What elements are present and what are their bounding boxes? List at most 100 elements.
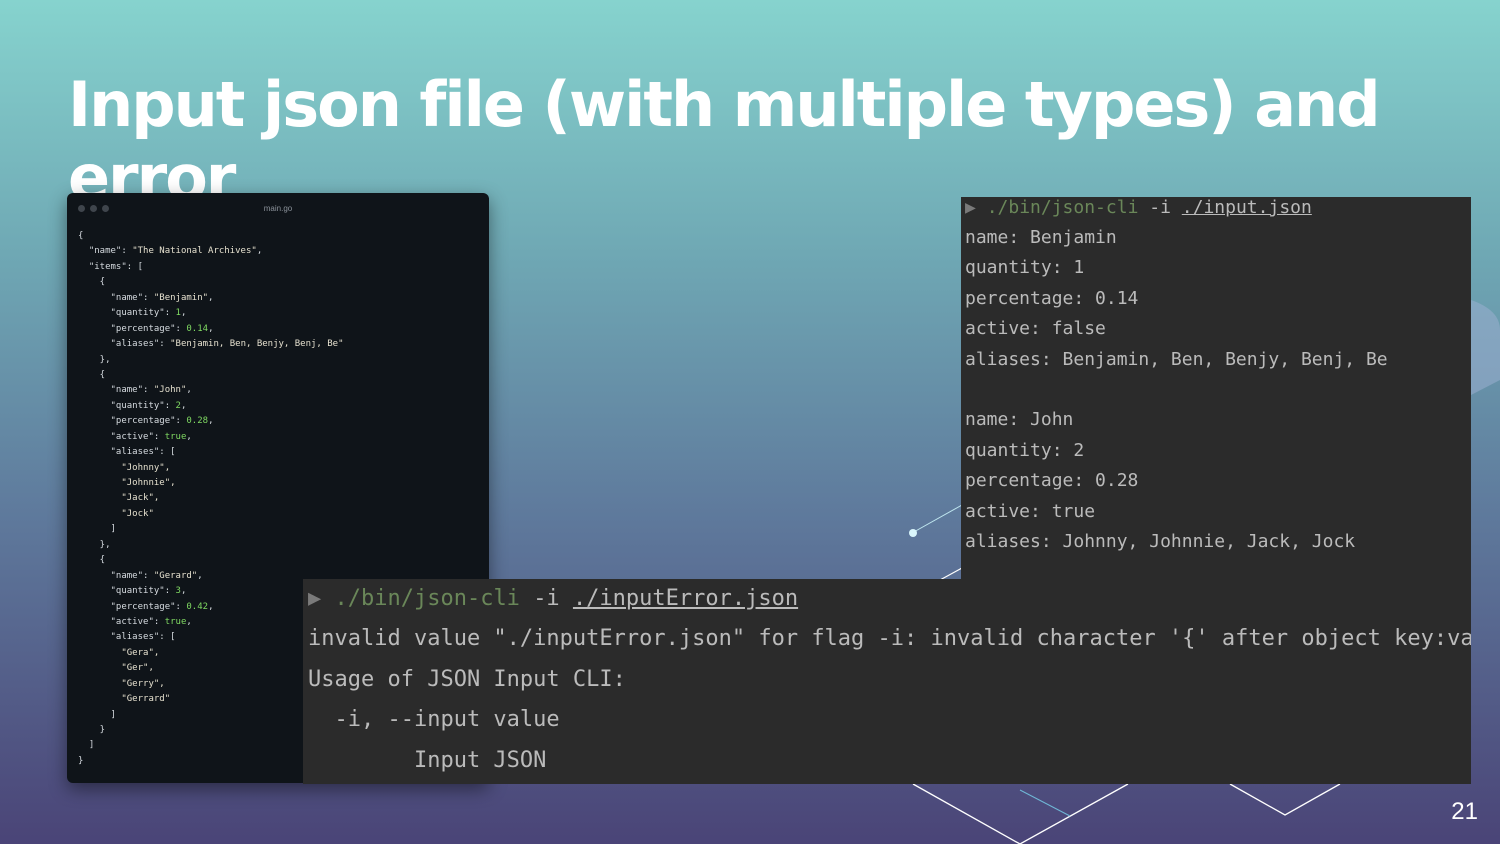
terminal-output-line: aliases: Johnny, Johnnie, Jack, Jock (965, 531, 1356, 552)
command-flag: -i (1149, 197, 1171, 218)
code-token: "name": (78, 385, 154, 396)
code-token: , (208, 323, 214, 334)
error-message-line: invalid value "./inputError.json" for fl… (308, 626, 1471, 651)
code-line: "items": [ (78, 260, 483, 275)
code-token: , (208, 292, 214, 303)
code-token: "John" (153, 385, 187, 396)
command-file-link[interactable]: ./input.json (1182, 197, 1312, 218)
code-token: "Jack", (78, 493, 160, 504)
terminal-error-panel: ▶ ./bin/json-cli -i ./inputError.json in… (303, 579, 1471, 784)
code-line: "percentage": 0.28, (78, 414, 483, 429)
code-token: "active": (78, 616, 165, 627)
code-line: "aliases": [ (78, 445, 483, 460)
code-token: "Gerry", (78, 678, 165, 689)
command-flag: -i (533, 586, 560, 611)
code-token: 0.28 (186, 416, 209, 427)
code-token: ] (78, 740, 95, 751)
code-line: "Johnny", (78, 461, 483, 476)
editor-titlebar: main.go (67, 193, 489, 225)
code-token: , (186, 431, 192, 442)
code-token: "name": (78, 292, 154, 303)
code-token: } (78, 725, 106, 735)
run-arrow-icon: ▶ (965, 197, 976, 218)
code-token: "quantity": (78, 586, 176, 597)
code-token: "Benjamin, Ben, Benjy, Benj, Be" (170, 339, 344, 350)
code-line: { (78, 553, 483, 568)
code-line: "name": "Benjamin", (78, 291, 483, 306)
code-token: "percentage": (78, 416, 187, 427)
code-token: { (78, 369, 106, 380)
code-token: "quantity": (78, 400, 176, 411)
code-line: { (78, 368, 483, 383)
code-token: , (180, 400, 187, 411)
terminal-command-line: ▶ ./bin/json-cli -i ./inputError.json (308, 579, 798, 619)
terminal-output-line: name: John (965, 409, 1074, 431)
terminal-command-line: ▶ ./bin/json-cli -i ./input.json (965, 197, 1312, 223)
usage-help-line: Usage of JSON Input CLI: (308, 666, 626, 692)
code-line: "name": "The National Archives", (78, 244, 483, 259)
code-token: true (164, 616, 187, 627)
code-line: }, (78, 538, 483, 553)
usage-help-line: Input JSON (308, 747, 547, 773)
code-token: { (78, 231, 84, 241)
code-token: "active": (78, 431, 165, 442)
code-token: , (180, 586, 187, 597)
code-line: { (78, 275, 483, 290)
editor-filename: main.go (263, 204, 293, 213)
code-token: "items": [ (78, 261, 144, 272)
code-token: "aliases": [ (78, 632, 176, 643)
run-arrow-icon: ▶ (308, 586, 322, 611)
terminal-output-panel: ▶ ./bin/json-cli -i ./input.json name: B… (961, 197, 1471, 580)
code-token: "Gerard" (153, 570, 198, 581)
command-name: ./bin/json-cli (986, 197, 1139, 218)
terminal-output-line: quantity: 2 (965, 439, 1085, 461)
code-token: }, (78, 354, 111, 365)
usage-help-line: -i, --input value (308, 707, 560, 733)
code-token: "Gera", (78, 647, 160, 658)
terminal-output-line: percentage: 0.28 (965, 470, 1139, 492)
code-token: "Johnny", (78, 462, 171, 473)
code-token: "quantity": (78, 308, 176, 319)
code-token: , (256, 246, 263, 257)
code-token: "aliases": (78, 339, 171, 350)
terminal-output-line: active: true (965, 500, 1096, 522)
code-line: "active": true, (78, 430, 483, 445)
code-token: "Johnnie", (78, 478, 176, 488)
terminal-output-line: percentage: 0.14 (965, 287, 1139, 309)
code-line: "quantity": 1, (78, 306, 483, 321)
command-name: ./bin/json-cli (334, 586, 520, 611)
terminal-output-line: active: false (965, 318, 1106, 340)
code-token: , (208, 416, 214, 427)
code-line: "quantity": 2, (78, 399, 483, 414)
code-token: 0.14 (186, 323, 209, 334)
code-line: "name": "John", (78, 383, 483, 398)
page-number: 21 (1451, 798, 1478, 825)
code-token: 0.42 (186, 601, 209, 612)
code-token: "Jock" (78, 508, 154, 519)
terminal-output-line: aliases: Benjamin, Ben, Benjy, Benj, Be (965, 348, 1388, 370)
code-token: "percentage": (78, 601, 187, 612)
code-token: }, (78, 539, 111, 550)
code-token: "Ger", (78, 663, 154, 674)
code-line: }, (78, 353, 483, 368)
code-line: "Jack", (78, 491, 483, 506)
code-token: { (78, 555, 106, 566)
code-token: "Gerrard" (78, 694, 171, 705)
code-token: "name": (78, 246, 133, 257)
terminal-output-line: quantity: 1 (965, 257, 1085, 279)
code-line: { (78, 229, 483, 244)
code-token: { (78, 277, 106, 288)
command-file-link[interactable]: ./inputError.json (573, 586, 798, 611)
code-token: , (186, 385, 192, 396)
code-token: "percentage": (78, 323, 187, 334)
code-token: , (180, 308, 187, 319)
code-token: } (78, 755, 84, 766)
code-token: true (164, 431, 187, 442)
code-token: "aliases": [ (78, 447, 176, 458)
code-token: "name": (78, 570, 154, 581)
code-token: , (186, 616, 192, 627)
terminal-output-line: name: Benjamin (965, 227, 1117, 248)
code-line: "Johnnie", (78, 476, 483, 491)
code-token: "Benjamin" (153, 292, 209, 303)
code-token: ] (78, 524, 116, 535)
